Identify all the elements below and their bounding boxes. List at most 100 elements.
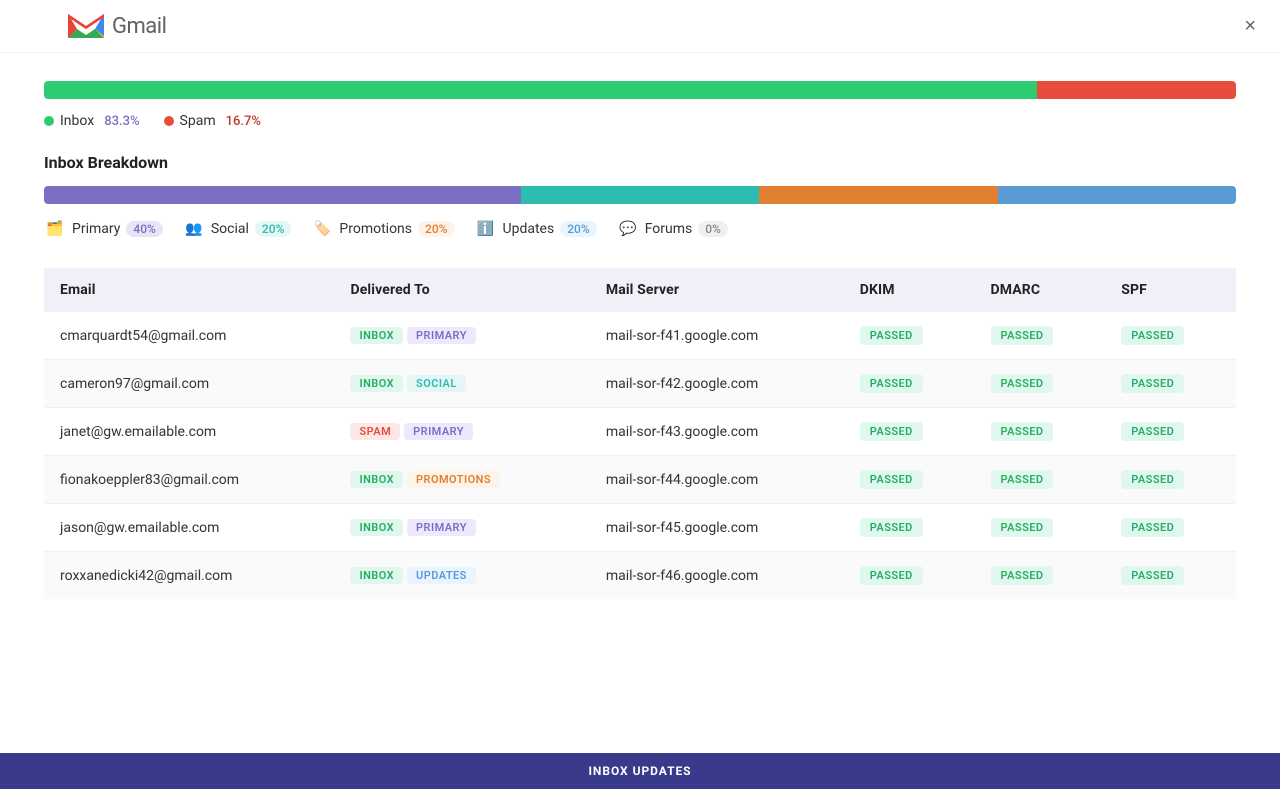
promotions-label: Promotions xyxy=(339,221,412,237)
cell-email: roxxanedicki42@gmail.com xyxy=(44,552,334,600)
delivery-tag: PRIMARY xyxy=(407,327,476,344)
dkim-badge: PASSED xyxy=(860,470,923,489)
col-dkim: DKIM xyxy=(844,268,975,312)
cell-spf: PASSED xyxy=(1105,312,1236,360)
spam-bar-segment xyxy=(1037,81,1236,99)
cell-dkim: PASSED xyxy=(844,552,975,600)
breakdown-legend: 🗂️ Primary 40% 👥 Social 20% 🏷️ Promotion… xyxy=(44,218,1236,240)
delivery-tag: UPDATES xyxy=(407,567,476,584)
header: Gmail × xyxy=(0,0,1280,53)
delivery-tag: INBOX xyxy=(350,519,403,536)
spf-badge: PASSED xyxy=(1121,470,1184,489)
social-icon: 👥 xyxy=(183,218,205,240)
bottom-bar-label: INBOX UPDATES xyxy=(588,764,691,778)
social-label: Social xyxy=(211,221,249,237)
spam-dot xyxy=(164,116,174,126)
app-title: Gmail xyxy=(112,14,166,39)
col-delivered-to: Delivered To xyxy=(334,268,589,312)
spf-badge: PASSED xyxy=(1121,518,1184,537)
dmarc-badge: PASSED xyxy=(991,566,1054,585)
updates-pct: 20% xyxy=(560,221,596,237)
dmarc-badge: PASSED xyxy=(991,518,1054,537)
cell-spf: PASSED xyxy=(1105,552,1236,600)
cell-delivered-to: INBOXPROMOTIONS xyxy=(334,456,589,504)
cell-dmarc: PASSED xyxy=(975,456,1106,504)
updates-bar-segment xyxy=(998,186,1236,204)
cell-dmarc: PASSED xyxy=(975,504,1106,552)
table-row: cmarquardt54@gmail.comINBOXPRIMARYmail-s… xyxy=(44,312,1236,360)
bottom-bar: INBOX UPDATES xyxy=(0,753,1280,789)
cell-delivered-to: INBOXPRIMARY xyxy=(334,312,589,360)
delivery-tag: INBOX xyxy=(350,567,403,584)
cell-spf: PASSED xyxy=(1105,360,1236,408)
spf-badge: PASSED xyxy=(1121,422,1184,441)
cell-dkim: PASSED xyxy=(844,360,975,408)
delivery-tag: PRIMARY xyxy=(407,519,476,536)
cell-dmarc: PASSED xyxy=(975,552,1106,600)
promotions-icon: 🏷️ xyxy=(311,218,333,240)
close-button[interactable]: × xyxy=(1244,16,1256,36)
table-row: roxxanedicki42@gmail.comINBOXUPDATESmail… xyxy=(44,552,1236,600)
cell-delivered-to: INBOXUPDATES xyxy=(334,552,589,600)
delivery-tag: INBOX xyxy=(350,327,403,344)
inbox-bar-segment xyxy=(44,81,1037,99)
dkim-badge: PASSED xyxy=(860,518,923,537)
table-row: jason@gw.emailable.com INBOXPRIMARY mail-s… xyxy=(44,504,1236,552)
delivery-tag: SOCIAL xyxy=(407,375,466,392)
cell-mail-server: mail-sor-f43.google.com xyxy=(590,408,844,456)
spf-badge: PASSED xyxy=(1121,326,1184,345)
table-row: fionakoeppler83@gmail.comINBOXPROMOTIONS… xyxy=(44,456,1236,504)
cell-dmarc: PASSED xyxy=(975,360,1106,408)
spf-badge: PASSED xyxy=(1121,374,1184,393)
col-spf: SPF xyxy=(1105,268,1236,312)
cell-dkim: PASSED xyxy=(844,408,975,456)
dmarc-badge: PASSED xyxy=(991,326,1054,345)
breakdown-title: Inbox Breakdown xyxy=(44,153,1236,172)
cell-dmarc: PASSED xyxy=(975,408,1106,456)
dmarc-badge: PASSED xyxy=(991,374,1054,393)
cell-mail-server: mail-sor-f44.google.com xyxy=(590,456,844,504)
dkim-badge: PASSED xyxy=(860,374,923,393)
cell-spf: PASSED xyxy=(1105,408,1236,456)
primary-label: Primary xyxy=(72,221,120,237)
breakdown-social: 👥 Social 20% xyxy=(183,218,292,240)
inbox-legend-label: Inbox xyxy=(60,113,94,129)
cell-dkim: PASSED xyxy=(844,504,975,552)
inbox-spam-bar xyxy=(44,81,1236,99)
dmarc-badge: PASSED xyxy=(991,470,1054,489)
table-header: Email Delivered To Mail Server DKIM DMAR… xyxy=(44,268,1236,312)
email-table: Email Delivered To Mail Server DKIM DMAR… xyxy=(44,268,1236,599)
cell-spf: PASSED xyxy=(1105,456,1236,504)
cell-email: cameron97@gmail.com xyxy=(44,360,334,408)
breakdown-updates: ℹ️ Updates 20% xyxy=(475,218,597,240)
delivery-tag: INBOX xyxy=(350,471,403,488)
primary-bar-segment xyxy=(44,186,521,204)
cell-mail-server: mail-sor-f42.google.com xyxy=(590,360,844,408)
logo-area: Gmail xyxy=(24,12,166,40)
inbox-spam-legend: Inbox 83.3% Spam 16.7% xyxy=(44,113,1236,129)
breakdown-primary: 🗂️ Primary 40% xyxy=(44,218,163,240)
cell-mail-server: mail-sor-f45.google.com xyxy=(590,504,844,552)
col-mail-server: Mail Server xyxy=(590,268,844,312)
table-row: janet@gw.emailable.comSPAMPRIMARYmail-so… xyxy=(44,408,1236,456)
delivery-tag: INBOX xyxy=(350,375,403,392)
cell-mail-server: mail-sor-f41.google.com xyxy=(590,312,844,360)
breakdown-forums: 💬 Forums 0% xyxy=(617,218,728,240)
cell-delivered-to: INBOXSOCIAL xyxy=(334,360,589,408)
spam-legend-pct: 16.7% xyxy=(226,114,261,129)
main-content: Inbox 83.3% Spam 16.7% Inbox Breakdown 🗂… xyxy=(0,53,1280,619)
dmarc-badge: PASSED xyxy=(991,422,1054,441)
cell-email: fionakoeppler83@gmail.com xyxy=(44,456,334,504)
cell-email: jason@gw.emailable.com xyxy=(44,504,334,552)
col-dmarc: DMARC xyxy=(975,268,1106,312)
social-pct: 20% xyxy=(255,221,291,237)
cell-mail-server: mail-sor-f46.google.com xyxy=(590,552,844,600)
cell-dmarc: PASSED xyxy=(975,312,1106,360)
cell-email: cmarquardt54@gmail.com xyxy=(44,312,334,360)
dkim-badge: PASSED xyxy=(860,326,923,345)
spam-legend-label: Spam xyxy=(180,113,216,129)
primary-icon: 🗂️ xyxy=(44,218,66,240)
gmail-logo-proper xyxy=(68,12,104,40)
cell-dkim: PASSED xyxy=(844,312,975,360)
cell-dkim: PASSED xyxy=(844,456,975,504)
